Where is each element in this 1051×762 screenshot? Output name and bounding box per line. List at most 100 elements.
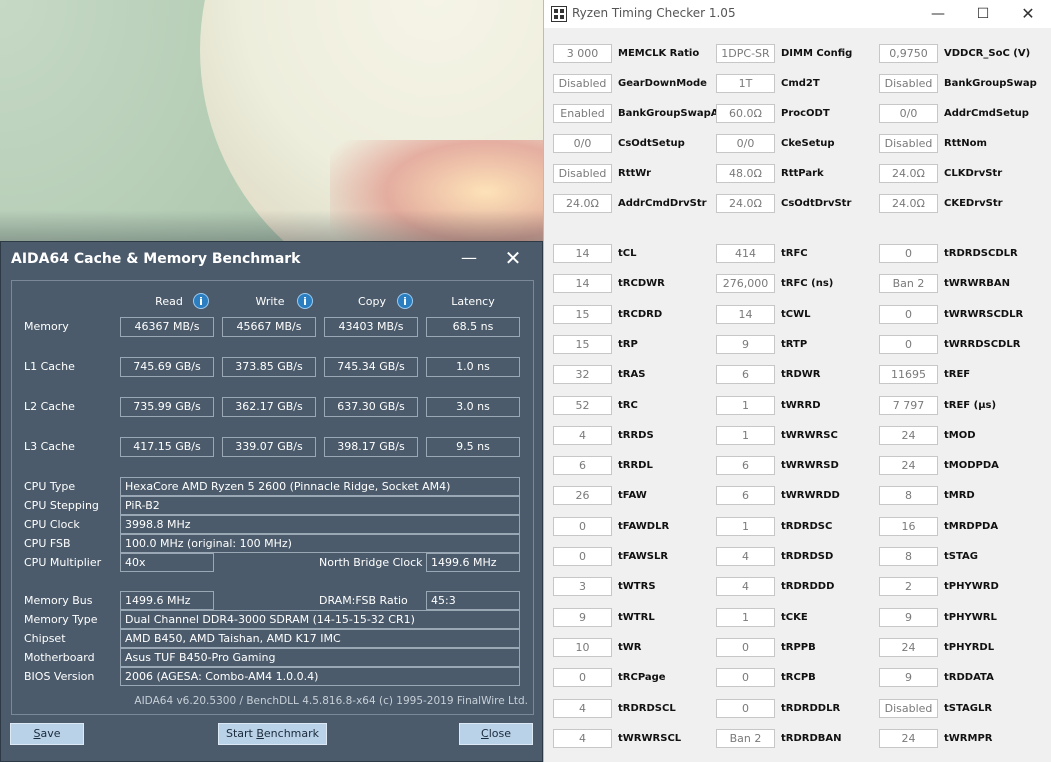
chipset-value: AMD B450, AMD Taishan, AMD K17 IMC [120, 629, 520, 648]
timing-label: tWTRL [618, 611, 655, 623]
info-icon[interactable]: i [297, 293, 313, 309]
timing-label: tRDRDBAN [781, 732, 842, 744]
timing-value-field: Ban 2 [879, 274, 938, 294]
cpu-fsb-value: 100.0 MHz (original: 100 MHz) [120, 534, 520, 553]
info-icon[interactable]: i [397, 293, 413, 309]
timing-value-field: 2 [879, 577, 938, 597]
timing-label: tCL [618, 248, 637, 259]
timing-label: CKEDrvStr [944, 198, 1003, 209]
timing-label: tSTAGLR [944, 702, 993, 714]
aida-titlebar[interactable]: AIDA64 Cache & Memory Benchmark — ✕ [1, 242, 542, 276]
memory-latency-value: 68.5 ns [426, 317, 520, 337]
timing-label: tPHYWRD [944, 581, 999, 593]
timing-value-field: 52 [553, 395, 612, 415]
timing-label: tRFC [781, 248, 808, 259]
label-cpu-fsb: CPU FSB [24, 537, 71, 550]
row-label-l1: L1 Cache [24, 360, 75, 373]
timing-label: tRAS [618, 369, 646, 381]
minimize-icon[interactable]: — [923, 3, 953, 25]
timing-label: CsOdtSetup [618, 138, 685, 149]
l3-latency-value: 9.5 ns [426, 437, 520, 457]
timing-label: RttWr [618, 168, 652, 179]
timing-label: tWRWRBAN [944, 278, 1010, 290]
timing-value-field: 7 797 [879, 395, 938, 415]
timing-value-field: 4 [553, 728, 612, 748]
timing-label: CLKDrvStr [944, 168, 1003, 179]
timing-label: tWTRS [618, 581, 656, 593]
label-motherboard: Motherboard [24, 651, 95, 664]
timing-label: tMOD [944, 429, 976, 441]
label-memory-bus: Memory Bus [24, 594, 93, 607]
timing-value-field: 8 [879, 547, 938, 566]
timing-value-field: 0 [716, 637, 775, 657]
timing-label: tRDDATA [944, 672, 994, 684]
timing-label: tWRMPR [944, 732, 993, 744]
timing-value-field: 48.0Ω [716, 164, 775, 183]
timing-value-field: 9 [716, 334, 775, 354]
rtc-window-title: Ryzen Timing Checker 1.05 [572, 6, 736, 20]
timing-label: CsOdtDrvStr [781, 198, 852, 209]
timing-label: AddrCmdSetup [944, 108, 1029, 119]
timing-label: tWRWRSC [781, 429, 838, 441]
timing-label: tRTP [781, 338, 808, 350]
info-icon[interactable]: i [193, 293, 209, 309]
timing-value-field: 24 [879, 456, 938, 476]
timing-value-field: 24 [879, 637, 938, 657]
header-latency: Latency [451, 295, 495, 308]
timing-label: RttNom [944, 138, 987, 149]
timing-value-field: 1 [716, 607, 775, 627]
maximize-icon[interactable]: ☐ [968, 3, 998, 25]
timing-label: tRDRDSCL [618, 702, 676, 714]
timing-value-field: 8 [879, 486, 938, 506]
timing-label: tRC [618, 399, 638, 411]
timing-label: tWRWRDD [781, 490, 840, 502]
timing-label: tRDRDSD [781, 551, 834, 562]
timing-label: tWRWRSD [781, 460, 839, 472]
minimize-icon[interactable]: — [458, 248, 480, 268]
timing-value-field: 32 [553, 365, 612, 385]
timing-label: tMRDPDA [944, 520, 999, 532]
timing-value-field: 0/0 [879, 104, 938, 123]
timing-value-field: 0 [716, 668, 775, 688]
l3-read-value: 417.15 GB/s [120, 437, 214, 457]
timing-value-field: 1T [716, 74, 775, 93]
l2-write-value: 362.17 GB/s [222, 397, 316, 417]
timing-label: tFAWSLR [618, 551, 669, 562]
label-dram-ratio: DRAM:FSB Ratio [319, 594, 408, 607]
timing-label: AddrCmdDrvStr [618, 198, 707, 209]
timing-value-field: Ban 2 [716, 728, 775, 748]
timing-value-field: 1DPC-SR [716, 44, 775, 63]
close-button[interactable]: Close [459, 723, 533, 745]
cpu-stepping-value: PiR-B2 [120, 496, 520, 515]
timing-value-field: 9 [879, 607, 938, 627]
timing-value-field: 0/0 [553, 134, 612, 153]
close-icon[interactable]: ✕ [1013, 3, 1043, 25]
timing-value-field: 4 [553, 425, 612, 445]
timing-value-field: Disabled [879, 134, 938, 153]
l3-write-value: 339.07 GB/s [222, 437, 316, 457]
timing-value-field: 11695 [879, 365, 938, 385]
label-cpu-type: CPU Type [24, 480, 76, 493]
aida-footer: AIDA64 v6.20.5300 / BenchDLL 4.5.816.8-x… [134, 695, 528, 707]
timing-value-field: 24.0Ω [879, 194, 938, 213]
timing-label: tWRWRSCDLR [944, 308, 1024, 320]
rtc-titlebar[interactable]: Ryzen Timing Checker 1.05 — ☐ ✕ [544, 0, 1051, 28]
timing-value-field: 276,000 [716, 274, 775, 294]
timing-value-field: 14 [553, 244, 612, 263]
save-button[interactable]: Save [10, 723, 84, 745]
close-icon[interactable]: ✕ [502, 248, 524, 268]
timing-value-field: 24.0Ω [553, 194, 612, 213]
timing-value-field: 0,9750 [879, 44, 938, 63]
memory-bus-value: 1499.6 MHz [120, 591, 214, 610]
timing-value-field: 15 [553, 304, 612, 324]
motherboard-value: Asus TUF B450-Pro Gaming [120, 648, 520, 667]
timing-label: tRDRDDLR [781, 702, 841, 714]
app-icon [551, 6, 567, 22]
timing-label: tRDRDSC [781, 520, 833, 532]
timing-label: tREF [944, 369, 971, 381]
timing-value-field: 9 [553, 607, 612, 627]
start-benchmark-button[interactable]: Start Benchmark [218, 723, 327, 745]
timing-value-field: 15 [553, 334, 612, 354]
timing-value-field: 1 [716, 516, 775, 536]
label-memory-type: Memory Type [24, 613, 98, 626]
